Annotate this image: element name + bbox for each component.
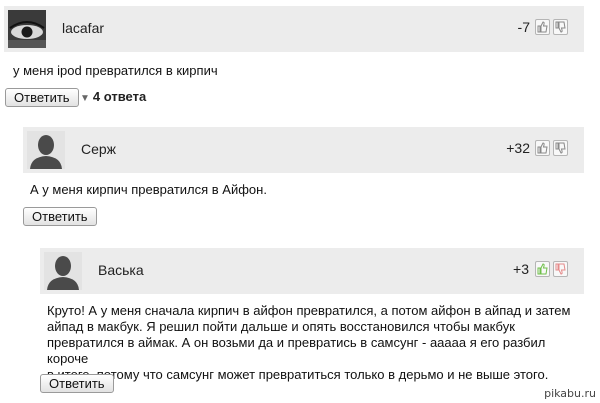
comment-text-line: Круто! А у меня сначала кирпич в айфон п… (47, 303, 571, 318)
comment-text: Круто! А у меня сначала кирпич в айфон п… (47, 303, 587, 383)
avatar[interactable] (44, 252, 82, 290)
comment-text-line: превратился в аймак. А он возьми да и пр… (47, 335, 546, 366)
comment-vaska: Васька +3 Круто! А у меня сначала кирпич… (0, 0, 600, 403)
thumbs-up-icon (537, 263, 548, 275)
thumbs-down-icon (555, 263, 566, 275)
downvote-button[interactable] (553, 261, 568, 277)
reply-button[interactable]: Ответить (40, 374, 114, 393)
comment-author[interactable]: Васька (98, 262, 144, 278)
site-watermark: pikabu.ru (544, 387, 596, 400)
comment-score: +3 (513, 261, 529, 277)
comment-text-line: в итоге, потому что самсунг может превра… (47, 367, 549, 382)
upvote-button[interactable] (535, 261, 550, 277)
comment-text-line: айпад в макбук. Я решил пойти дальше и о… (47, 319, 515, 334)
comment-header: Васька +3 (40, 248, 584, 294)
